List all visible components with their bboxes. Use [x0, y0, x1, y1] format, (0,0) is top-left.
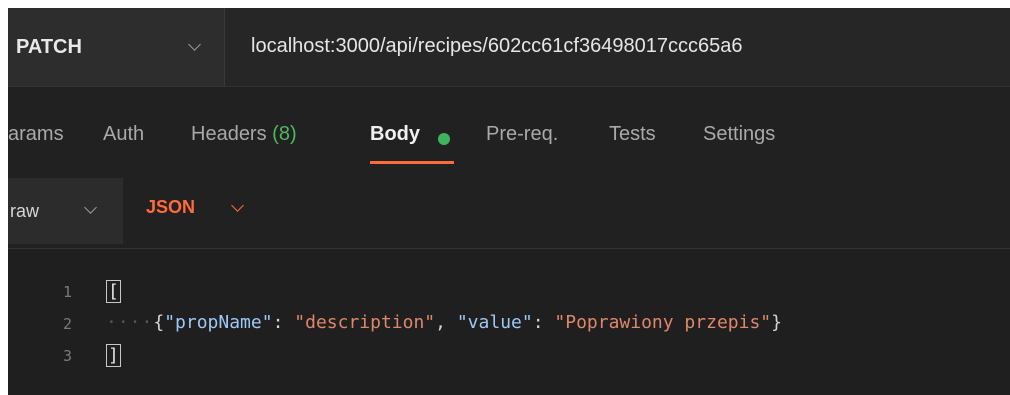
code-editor[interactable]: 1 [ 2 ····{"propName": "description", "v…: [8, 249, 1010, 395]
line-number: 3: [62, 347, 72, 365]
json-key: "propName": [164, 312, 273, 333]
chevron-down-icon: [188, 38, 201, 51]
body-type-bar: raw JSON: [8, 172, 1010, 248]
editor-line: 1 [: [8, 277, 1010, 307]
tab-auth[interactable]: Auth: [103, 123, 144, 146]
language-select[interactable]: JSON: [146, 197, 195, 218]
editor-line: 3 ]: [8, 341, 1010, 371]
tab-body[interactable]: Body: [370, 123, 420, 146]
tab-headers-label: Headers: [191, 123, 267, 145]
json-string: "description": [294, 312, 436, 333]
chevron-down-icon: [84, 201, 97, 214]
line-content: ]: [106, 344, 121, 367]
bracket: [: [106, 280, 121, 303]
tab-pre-request[interactable]: Pre-req.: [486, 123, 558, 146]
line-content: [: [106, 280, 121, 303]
indent-guide: ····: [106, 312, 154, 333]
request-tabs: arams Auth Headers (8) Body Pre-req. Tes…: [8, 87, 1010, 172]
editor-line: 2 ····{"propName": "description", "value…: [8, 309, 1010, 339]
active-tab-indicator: [370, 161, 454, 164]
url-input[interactable]: localhost:3000/api/recipes/602cc61cf3649…: [251, 35, 742, 58]
tab-settings[interactable]: Settings: [703, 123, 775, 146]
json-string: "Poprawiony przepis": [554, 312, 772, 333]
body-mode-select[interactable]: raw: [8, 178, 123, 244]
json-key: "value": [456, 312, 533, 333]
tab-params[interactable]: arams: [8, 123, 64, 146]
tab-tests[interactable]: Tests: [609, 123, 656, 146]
headers-count: (8): [272, 123, 297, 145]
bracket: ]: [106, 344, 121, 367]
line-number: 2: [62, 315, 72, 333]
tab-headers[interactable]: Headers (8): [191, 123, 297, 146]
line-content: ····{"propName": "description", "value":…: [106, 312, 782, 333]
chevron-down-icon: [231, 199, 244, 212]
method-select[interactable]: PATCH: [8, 8, 225, 86]
method-label: PATCH: [16, 36, 82, 58]
body-status-dot-icon: [438, 133, 450, 145]
postman-request-panel: PATCH localhost:3000/api/recipes/602cc61…: [8, 8, 1010, 395]
request-bar: PATCH localhost:3000/api/recipes/602cc61…: [8, 8, 1010, 86]
line-number: 1: [62, 283, 72, 301]
body-mode-label: raw: [10, 201, 40, 221]
